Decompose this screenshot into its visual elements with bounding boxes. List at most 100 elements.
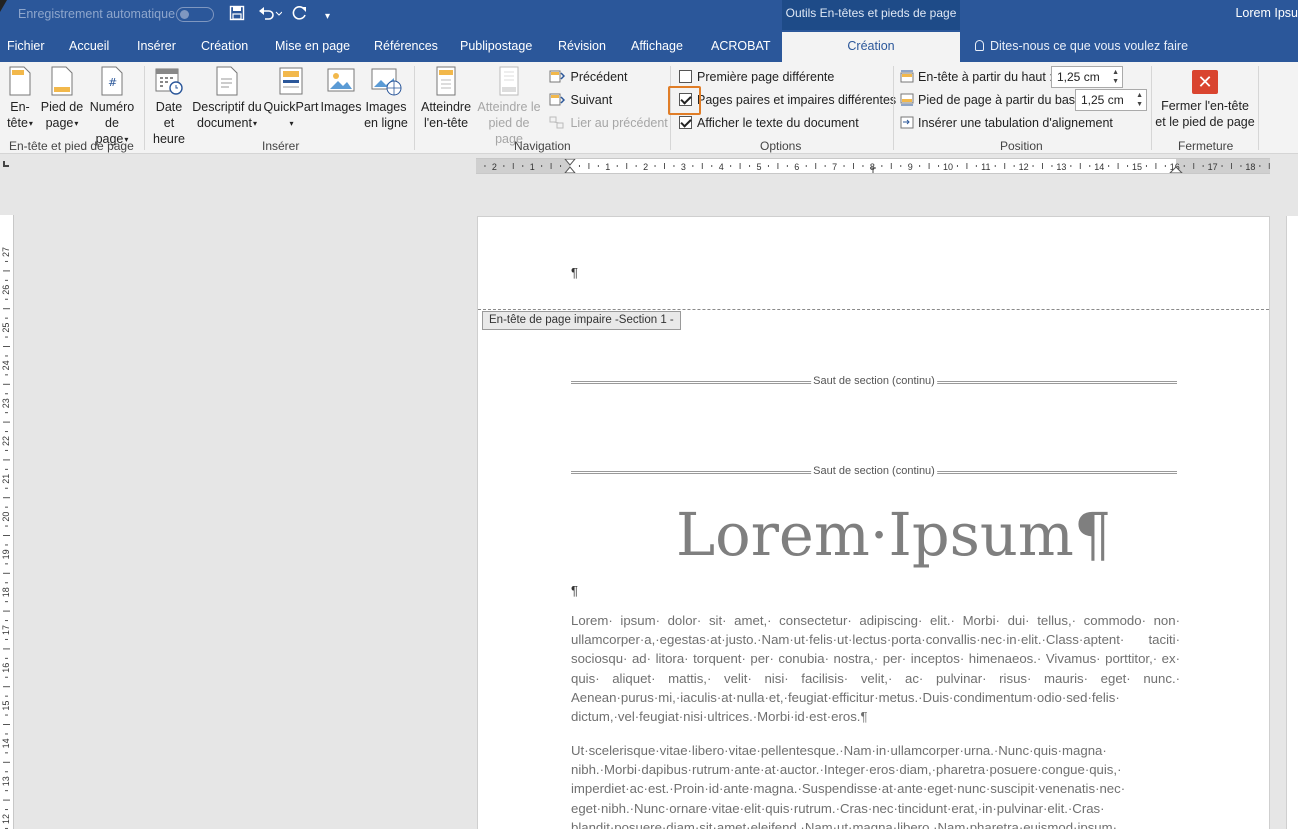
- redo-icon[interactable]: [292, 5, 308, 26]
- footer-from-bottom-input[interactable]: 1,25 cm ▲ ▼: [1075, 89, 1147, 111]
- ruler-label: 6: [794, 162, 799, 172]
- insert-alignment-tab-button[interactable]: Insérer une tabulation d'alignement: [900, 115, 1113, 131]
- ruler-label: 10: [943, 162, 953, 172]
- header-from-top-input[interactable]: 1,25 cm ▲ ▼: [1051, 66, 1123, 88]
- ruler-label: 14: [1, 738, 11, 748]
- footer-button[interactable]: Pied de page▾: [40, 66, 84, 132]
- group-separator: [893, 66, 894, 150]
- checkbox-unchecked[interactable]: [679, 70, 692, 83]
- ruler-label: 17: [1208, 162, 1218, 172]
- title-bar: Enregistrement automatique ▾ Outils En-t…: [0, 0, 1298, 30]
- tab-creation-contextual[interactable]: Création: [782, 32, 960, 62]
- ruler-label: 27: [1, 247, 11, 257]
- group-separator: [1258, 66, 1259, 150]
- header-paragraph-mark[interactable]: ¶: [571, 265, 578, 280]
- autosave-toggle[interactable]: [176, 7, 214, 22]
- ruler-label: 22: [1, 436, 11, 446]
- header-section-tag: En-tête de page impaire -Section 1 -: [482, 311, 681, 330]
- body-paragraph-1[interactable]: Lorem· ipsum· dolor· sit· amet,· consect…: [571, 611, 1180, 726]
- ruler-label: 3: [681, 162, 686, 172]
- tab-inserer[interactable]: Insérer: [137, 39, 176, 53]
- document-page[interactable]: ¶ En-tête de page impaire -Section 1 - S…: [477, 216, 1270, 829]
- section-break[interactable]: Saut de section (continu): [571, 374, 1177, 388]
- ruler-label: 1: [530, 162, 535, 172]
- header-icon: [9, 66, 31, 96]
- ruler-label: 5: [756, 162, 761, 172]
- tab-publipostage[interactable]: Publipostage: [460, 39, 532, 53]
- group-label-insert: Insérer: [262, 139, 300, 153]
- ruler-label: 15: [1, 701, 11, 711]
- svg-text:#: #: [108, 76, 117, 89]
- document-title-heading[interactable]: Lorem·Ipsum¶: [676, 500, 1111, 569]
- group-separator: [414, 66, 415, 150]
- odd-even-different-checkbox[interactable]: Pages paires et impaires différentes: [679, 92, 896, 108]
- header-from-top-label: En-tête à partir du haut :: [900, 69, 1053, 85]
- tab-accueil[interactable]: Accueil: [69, 39, 109, 53]
- tab-creation-main[interactable]: Création: [201, 39, 248, 53]
- tab-affichage[interactable]: Affichage: [631, 39, 683, 53]
- spin-down-icon[interactable]: ▼: [1136, 101, 1143, 108]
- online-picture-icon: [371, 68, 402, 96]
- ruler-label: 8: [870, 162, 875, 172]
- images-button[interactable]: Images: [320, 66, 362, 115]
- next-page-edge: [1286, 216, 1298, 829]
- goto-header-button[interactable]: Atteindre l'en-tête: [418, 66, 474, 131]
- body-paragraph-2[interactable]: Ut·scelerisque·vitae·libero·vitae·pellen…: [571, 741, 1180, 829]
- online-images-button[interactable]: Images en ligne: [364, 66, 408, 131]
- tab-mise-en-page[interactable]: Mise en page: [275, 39, 350, 53]
- tab-references[interactable]: Références: [374, 39, 438, 53]
- group-label-header-footer: En-tête et pied de page: [9, 139, 134, 153]
- undo-icon[interactable]: [258, 5, 283, 26]
- page-number-button[interactable]: # Numéro de page▾: [88, 66, 136, 148]
- vertical-ruler[interactable]: 27 26 25 24 23 22 21 20 19 18 17 16 15 14 13 12: [0, 215, 14, 829]
- tab-selector[interactable]: [0, 155, 14, 175]
- group-label-position: Position: [1000, 139, 1043, 153]
- customize-quick-access-icon[interactable]: ▾: [325, 8, 330, 26]
- document-title: Lorem Ipsu: [1235, 6, 1298, 20]
- header-button[interactable]: En-tête▾: [4, 66, 36, 132]
- footer-from-bottom-label: Pied de page à partir du bas :: [900, 92, 1082, 108]
- footer-position-icon: [900, 93, 914, 106]
- section-break[interactable]: Saut de section (continu): [571, 464, 1177, 478]
- link-previous-button[interactable]: Lier au précédent: [549, 115, 668, 131]
- group-label-navigation: Navigation: [514, 139, 571, 153]
- previous-button[interactable]: Précédent: [549, 69, 627, 85]
- date-time-button[interactable]: Date et heure: [149, 66, 189, 147]
- next-button[interactable]: Suivant: [549, 92, 612, 108]
- ruler-label: 20: [1, 512, 11, 522]
- tab-fichier[interactable]: Fichier: [7, 39, 45, 53]
- page-number-icon: #: [101, 66, 123, 96]
- goto-footer-icon: [499, 66, 519, 96]
- close-icon: ✕: [1192, 70, 1218, 94]
- ruler-label: 24: [1, 360, 11, 370]
- mouse-cursor-icon: [0, 0, 7, 12]
- left-tab-icon: [3, 161, 9, 167]
- tell-me-search[interactable]: Dites-nous ce que vous voulez faire: [975, 39, 1188, 53]
- spin-up-icon[interactable]: ▲: [1136, 92, 1143, 99]
- ruler-label: 12: [1019, 162, 1029, 172]
- checkbox-checked[interactable]: [679, 116, 692, 129]
- ribbon-tabs: Fichier Accueil Insérer Création Mise en…: [0, 30, 1298, 62]
- quickpart-button[interactable]: QuickPart ▾: [263, 66, 319, 132]
- show-document-text-checkbox[interactable]: Afficher le texte du document: [679, 115, 859, 131]
- ruler-label: 19: [1, 549, 11, 559]
- ribbon: En-tête▾ Pied de page▾ # Numéro de page▾ E…: [0, 62, 1298, 154]
- context-tab-group-title: Outils En-têtes et pieds de page: [782, 0, 960, 30]
- first-page-different-checkbox[interactable]: Première page différente: [679, 69, 834, 85]
- horizontal-ruler[interactable]: 2 1 1 2 3 4 5 6 7 8 9 10 11 12 13 14 15 16 17 18: [476, 158, 1270, 174]
- document-info-button[interactable]: Descriptif du document▾: [192, 66, 262, 132]
- goto-footer-button[interactable]: Atteindre le pied de page: [474, 66, 544, 147]
- document-info-icon: [216, 66, 238, 96]
- ruler-label: 26: [1, 285, 11, 295]
- autosave-label: Enregistrement automatique: [18, 7, 176, 21]
- close-header-footer-button[interactable]: ✕ Fermer l'en-tête et le pied de page: [1155, 70, 1255, 130]
- spin-down-icon[interactable]: ▼: [1112, 78, 1119, 85]
- ruler-label: 25: [1, 323, 11, 333]
- empty-paragraph-mark[interactable]: ¶: [571, 583, 578, 598]
- ruler-label: 2: [492, 162, 497, 172]
- save-icon[interactable]: [229, 5, 245, 26]
- tab-revision[interactable]: Révision: [558, 39, 606, 53]
- calendar-icon: [155, 68, 183, 95]
- spin-up-icon[interactable]: ▲: [1112, 69, 1119, 76]
- tab-acrobat[interactable]: ACROBAT: [711, 39, 771, 53]
